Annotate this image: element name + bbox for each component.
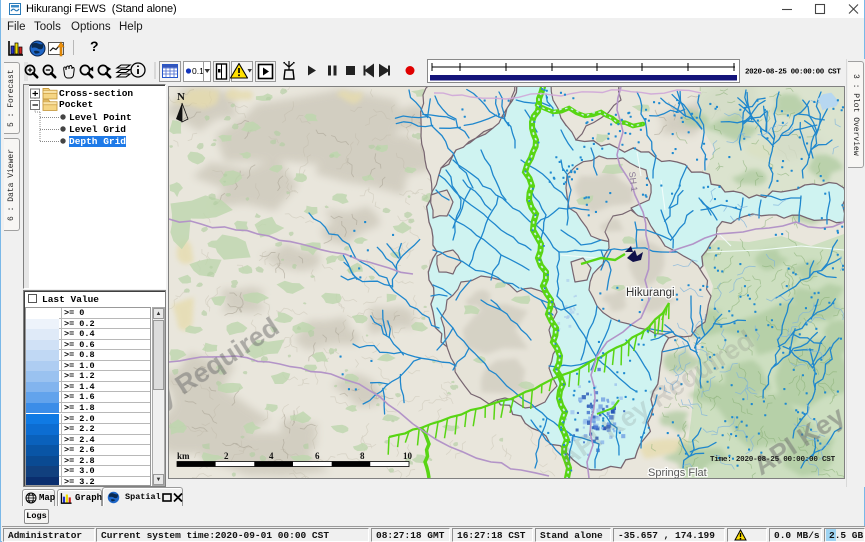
svg-text:N: N (177, 91, 185, 103)
svg-text:10: 10 (403, 451, 413, 461)
svg-text:0.1: 0.1 (192, 66, 204, 76)
svg-text:Springs Flat: Springs Flat (648, 467, 707, 478)
svg-text:Hikurangi: Hikurangi (626, 287, 675, 299)
svg-text:6: 6 (315, 451, 320, 461)
svg-text:Time: 2020-08-25 00:00:00 CST: Time: 2020-08-25 00:00:00 CST (710, 456, 836, 464)
svg-text:2020-08-25 00:00:00 CST: 2020-08-25 00:00:00 CST (745, 69, 841, 77)
svg-text:8: 8 (360, 451, 365, 461)
svg-text:2: 2 (224, 451, 229, 461)
svg-text:4: 4 (269, 451, 274, 461)
svg-text:km: km (177, 451, 190, 461)
